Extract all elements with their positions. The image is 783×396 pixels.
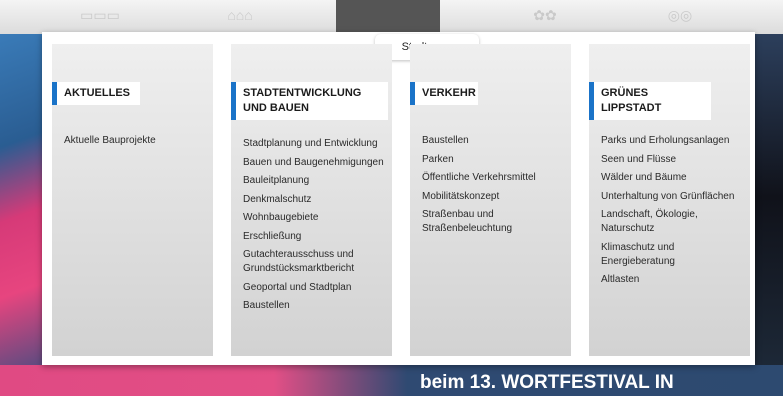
column-heading[interactable]: AKTUELLES: [52, 82, 140, 105]
menu-link[interactable]: Straßenbau und Straßenbeleuchtung: [422, 208, 570, 236]
menu-link[interactable]: Altlasten: [601, 273, 749, 287]
background-headline: beim 13. WORTFESTIVAL IN: [420, 372, 674, 393]
menu-link[interactable]: Parken: [422, 153, 570, 167]
menu-link[interactable]: Stadtplanung und Entwicklung: [243, 137, 391, 151]
menu-link[interactable]: Bauleitplanung: [243, 174, 391, 188]
menu-column-aktuelles: AKTUELLES Aktuelle Bauprojekte: [52, 44, 213, 356]
column-link-list: Aktuelle Bauprojekte: [64, 134, 212, 153]
menu-column-gruenes-lippstadt: GRÜNES LIPPSTADT Parks und Erholungsanla…: [589, 44, 750, 356]
menu-column-verkehr: VERKEHR Baustellen Parken Öffentliche Ve…: [410, 44, 571, 356]
menu-link[interactable]: Denkmalschutz: [243, 193, 391, 207]
menu-link[interactable]: Wohnbaugebiete: [243, 211, 391, 225]
menu-link[interactable]: Seen und Flüsse: [601, 153, 749, 167]
menu-link[interactable]: Parks und Erholungsanlagen: [601, 134, 749, 148]
menu-link[interactable]: Unterhaltung von Grünflächen: [601, 190, 749, 204]
column-heading[interactable]: VERKEHR: [410, 82, 478, 105]
menu-link[interactable]: Aktuelle Bauprojekte: [64, 134, 212, 148]
column-link-list: Stadtplanung und Entwicklung Bauen und B…: [243, 137, 391, 318]
menu-link[interactable]: Baustellen: [243, 299, 391, 313]
menu-link[interactable]: Gutachterausschuss und Grundstücksmarktb…: [243, 248, 391, 276]
menu-link[interactable]: Landschaft, Ökologie, Naturschutz: [601, 208, 749, 236]
menu-column-stadtentwicklung: STADTENTWICKLUNG UND BAUEN Stadtplanung …: [231, 44, 392, 356]
menu-link[interactable]: Geoportal und Stadtplan: [243, 281, 391, 295]
menu-link[interactable]: Klimaschutz und Energieberatung: [601, 241, 749, 269]
nav-icon-5[interactable]: ◎◎: [650, 0, 710, 30]
column-heading[interactable]: STADTENTWICKLUNG UND BAUEN: [231, 82, 388, 120]
menu-link[interactable]: Mobilitätskonzept: [422, 190, 570, 204]
menu-link[interactable]: Öffentliche Verkehrsmittel: [422, 171, 570, 185]
top-navigation-bar: ▭▭▭ ⌂⌂⌂ ✿✿ ◎◎: [0, 0, 783, 34]
menu-link[interactable]: Erschließung: [243, 230, 391, 244]
nav-icon-4[interactable]: ✿✿: [515, 0, 575, 30]
menu-link[interactable]: Baustellen: [422, 134, 570, 148]
nav-icon-1[interactable]: ▭▭▭: [70, 0, 130, 30]
background-banner-right: [755, 34, 783, 396]
nav-icon-2[interactable]: ⌂⌂⌂: [200, 0, 280, 30]
nav-icon-active[interactable]: [336, 0, 440, 32]
background-banner-left: [0, 34, 44, 396]
column-link-list: Baustellen Parken Öffentliche Verkehrsmi…: [422, 134, 570, 241]
mega-menu: Stadtraum AKTUELLES Aktuelle Bauprojekte…: [42, 32, 755, 365]
column-heading[interactable]: GRÜNES LIPPSTADT: [589, 82, 711, 120]
column-link-list: Parks und Erholungsanlagen Seen und Flüs…: [601, 134, 749, 292]
menu-link[interactable]: Wälder und Bäume: [601, 171, 749, 185]
menu-link[interactable]: Bauen und Baugenehmigungen: [243, 156, 391, 170]
